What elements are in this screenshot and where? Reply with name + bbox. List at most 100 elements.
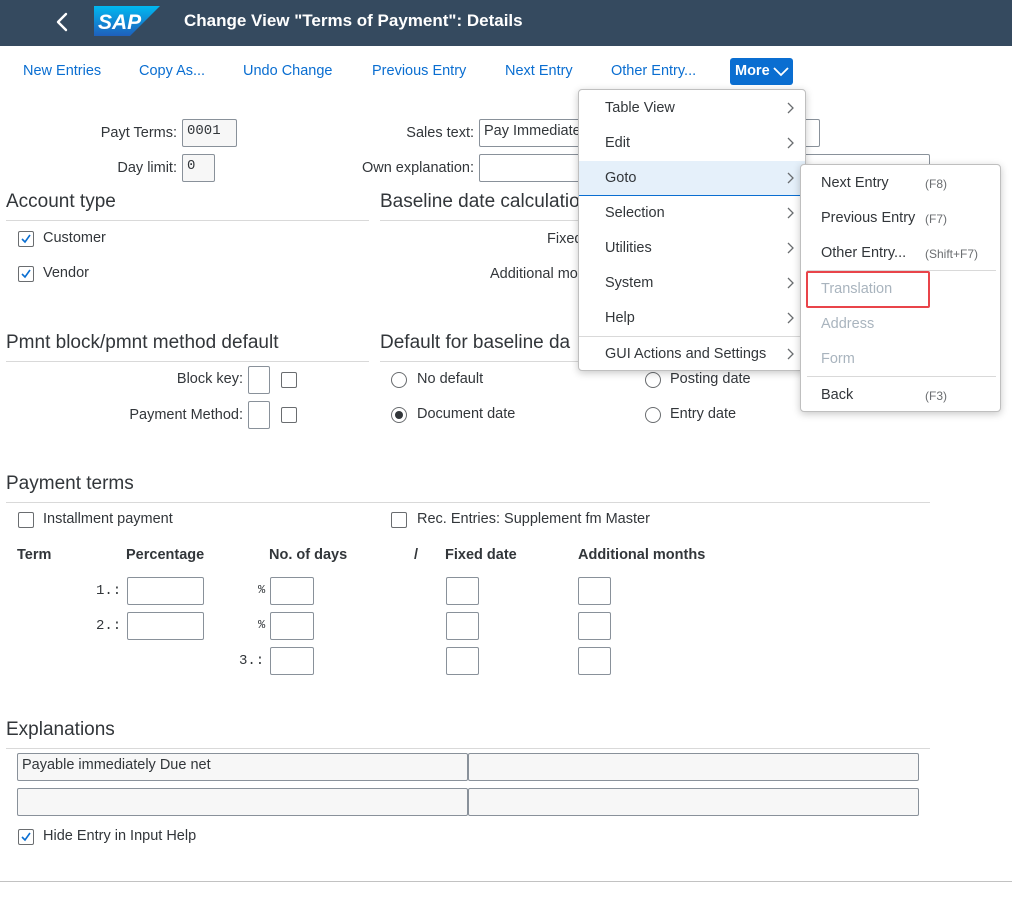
term-row-label: 3.: [239, 653, 265, 669]
shortcut-label: (F3) [925, 389, 947, 403]
previous-entry-button[interactable]: Previous Entry [372, 63, 466, 79]
menu-item-label: Help [605, 310, 635, 326]
shortcut-label: (F7) [925, 212, 947, 226]
posting-date-label: Posting date [670, 371, 751, 387]
col-percentage: Percentage [126, 547, 205, 563]
back-icon[interactable] [52, 10, 74, 34]
payment-terms-title: Payment terms [6, 473, 134, 494]
new-entries-button[interactable]: New Entries [23, 63, 101, 79]
percent-sign: % [258, 618, 266, 632]
sap-logo: SAP [94, 6, 160, 36]
no-default-radio[interactable] [391, 372, 407, 388]
term-row-label: 2.: [96, 618, 122, 634]
block-key-field[interactable] [248, 366, 270, 394]
submenu-label: Other Entry... [821, 245, 907, 261]
fixed-date-field[interactable] [446, 612, 479, 640]
menu-item-label: Goto [605, 170, 637, 186]
installment-label: Installment payment [43, 511, 173, 527]
menu-item-label: Table View [605, 100, 675, 116]
explanations-title: Explanations [6, 719, 115, 740]
section-divider [6, 361, 369, 362]
customer-checkbox[interactable] [18, 231, 34, 247]
rec-entries-label: Rec. Entries: Supplement fm Master [417, 511, 650, 527]
menu-item-selection[interactable]: Selection [579, 196, 805, 231]
entry-date-radio[interactable] [645, 407, 661, 423]
chevron-right-icon [787, 242, 794, 254]
submenu-next-entry[interactable]: Next Entry (F8) [801, 166, 1000, 201]
footer-divider [0, 881, 1012, 882]
col-additional-months: Additional months [578, 547, 706, 563]
fixed-date-field[interactable] [446, 647, 479, 675]
explanation-line-2b [468, 788, 919, 816]
chevron-down-icon [773, 67, 789, 77]
menu-item-edit[interactable]: Edit [579, 126, 805, 161]
goto-submenu: Next Entry (F8) Previous Entry (F7) Othe… [800, 164, 1001, 412]
highlight-box [806, 271, 930, 308]
other-entry-button[interactable]: Other Entry... [611, 63, 696, 79]
days-field[interactable] [270, 647, 314, 675]
col-days: No. of days [269, 547, 348, 563]
rec-entries-checkbox[interactable] [391, 512, 407, 528]
payment-method-label: Payment Method: [129, 407, 243, 423]
submenu-label: Address [821, 316, 875, 332]
days-field[interactable] [270, 612, 314, 640]
col-slash: / [414, 547, 419, 563]
block-key-checkbox[interactable] [281, 372, 297, 388]
next-entry-button[interactable]: Next Entry [505, 63, 573, 79]
account-type-title: Account type [6, 191, 116, 212]
chevron-right-icon [787, 312, 794, 324]
menu-separator [807, 376, 996, 377]
block-key-label: Block key: [176, 371, 243, 387]
chevron-right-icon [787, 348, 794, 360]
default-baseline-title: Default for baseline da [380, 332, 571, 353]
payt-terms-field[interactable]: 0001 [182, 119, 237, 147]
submenu-previous-entry[interactable]: Previous Entry (F7) [801, 201, 1000, 236]
additional-months-label: Additional mo [490, 266, 578, 282]
vendor-checkbox[interactable] [18, 266, 34, 282]
menu-item-table-view[interactable]: Table View [579, 91, 805, 126]
chevron-right-icon [787, 277, 794, 289]
chevron-right-icon [787, 102, 794, 114]
fixed-date-field[interactable] [446, 577, 479, 605]
more-button[interactable]: More [730, 58, 793, 85]
menu-item-utilities[interactable]: Utilities [579, 231, 805, 266]
term-row-label: 1.: [96, 583, 122, 599]
menu-item-gui-actions[interactable]: GUI Actions and Settings [579, 337, 805, 372]
days-field[interactable] [270, 577, 314, 605]
installment-checkbox[interactable] [18, 512, 34, 528]
submenu-address: Address [801, 307, 1000, 342]
own-explanation-label: Own explanation: [361, 160, 474, 176]
page-title: Change View "Terms of Payment": Details [184, 11, 523, 30]
posting-date-radio[interactable] [645, 372, 661, 388]
document-date-radio[interactable] [391, 407, 407, 423]
payt-terms-label: Payt Terms: [100, 125, 177, 141]
menu-item-label: Edit [605, 135, 630, 151]
percentage-field[interactable] [127, 577, 204, 605]
entry-date-label: Entry date [670, 406, 737, 422]
document-date-label: Document date [417, 406, 516, 422]
additional-months-field[interactable] [578, 612, 611, 640]
sales-text-label: Sales text: [406, 125, 474, 141]
day-limit-field[interactable]: 0 [182, 154, 215, 182]
copy-as-button[interactable]: Copy As... [139, 63, 205, 79]
percent-sign: % [258, 583, 266, 597]
payment-method-field[interactable] [248, 401, 270, 429]
menu-item-goto[interactable]: Goto [579, 161, 805, 196]
hide-entry-checkbox[interactable] [18, 829, 34, 845]
more-label: More [735, 63, 770, 79]
vendor-label: Vendor [43, 265, 89, 281]
section-divider [6, 220, 369, 221]
menu-item-system[interactable]: System [579, 266, 805, 301]
shortcut-label: (F8) [925, 177, 947, 191]
col-fixed-date: Fixed date [445, 547, 517, 563]
payment-method-checkbox[interactable] [281, 407, 297, 423]
menu-item-help[interactable]: Help [579, 301, 805, 336]
additional-months-field[interactable] [578, 577, 611, 605]
submenu-back[interactable]: Back (F3) [801, 378, 1000, 413]
undo-change-button[interactable]: Undo Change [243, 63, 333, 79]
submenu-label: Form [821, 351, 855, 367]
additional-months-field[interactable] [578, 647, 611, 675]
percentage-field[interactable] [127, 612, 204, 640]
submenu-other-entry[interactable]: Other Entry... (Shift+F7) [801, 236, 1000, 271]
hide-entry-label: Hide Entry in Input Help [43, 828, 197, 844]
